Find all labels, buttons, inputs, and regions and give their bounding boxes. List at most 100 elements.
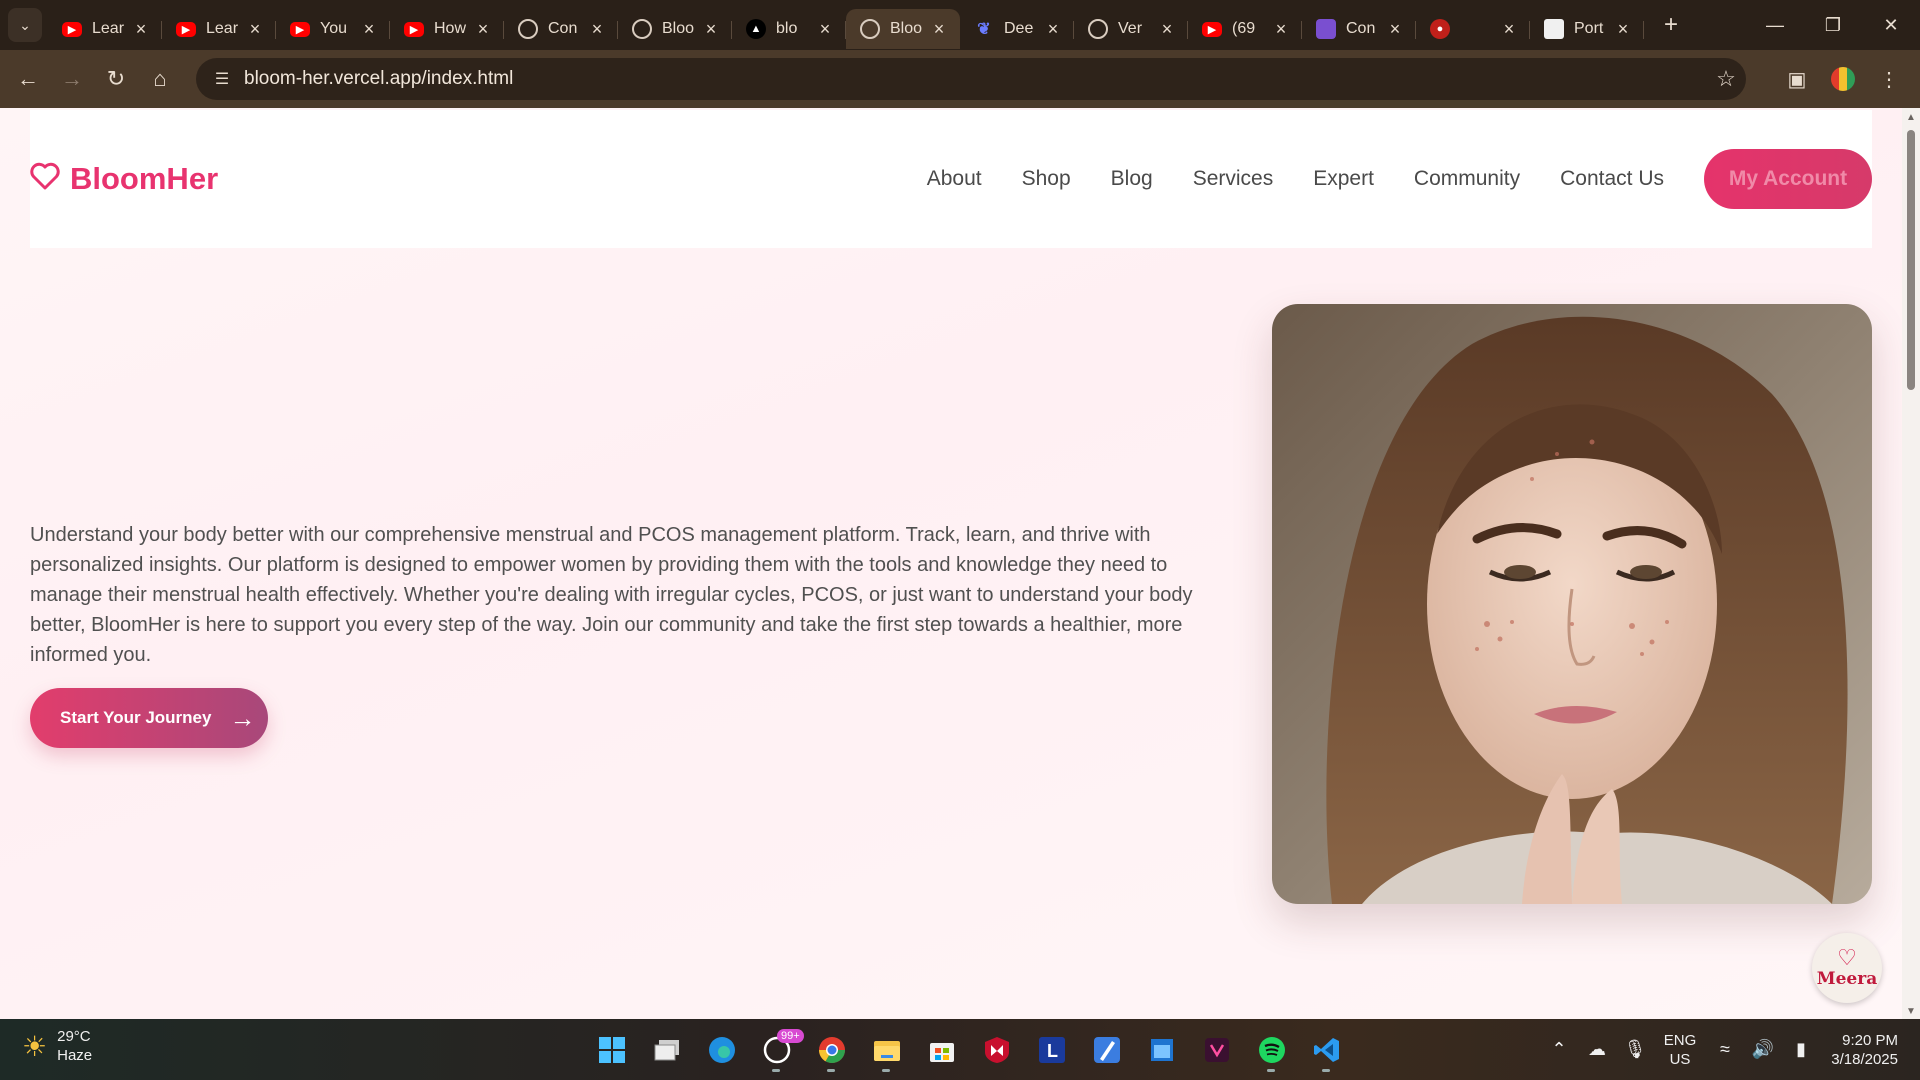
- window-controls: — ❐ ✕: [1746, 0, 1920, 50]
- language-indicator[interactable]: ENG US: [1654, 1031, 1706, 1069]
- my-account-button[interactable]: My Account: [1704, 149, 1872, 209]
- close-icon[interactable]: ×: [930, 19, 948, 40]
- browser-tab[interactable]: ❦ Dee ×: [960, 9, 1074, 49]
- browser-tab[interactable]: Bloo ×: [618, 9, 732, 49]
- nav-blog[interactable]: Blog: [1111, 167, 1153, 191]
- l-app-icon[interactable]: L: [1024, 1027, 1079, 1073]
- browser-tab[interactable]: ● ×: [1416, 9, 1530, 49]
- restore-button[interactable]: ❐: [1804, 0, 1862, 50]
- clipchamp-icon[interactable]: [1189, 1027, 1244, 1073]
- site-info-icon[interactable]: ☰: [204, 69, 240, 89]
- extensions-icon[interactable]: ▣: [1774, 56, 1820, 102]
- nav-shop[interactable]: Shop: [1022, 167, 1071, 191]
- menu-kebab-icon[interactable]: ⋮: [1866, 56, 1912, 102]
- brand-name: BloomHer: [70, 161, 219, 196]
- browser-tab[interactable]: ▶ Lear ×: [48, 9, 162, 49]
- browser-tab[interactable]: Con ×: [504, 9, 618, 49]
- browser-tab[interactable]: ▶ Lear ×: [162, 9, 276, 49]
- tab-label: (69: [1232, 20, 1256, 37]
- browser-tab[interactable]: ▲ blo ×: [732, 9, 846, 49]
- brand-logo[interactable]: BloomHer: [30, 161, 218, 198]
- vscode-icon[interactable]: [1299, 1027, 1354, 1073]
- close-icon[interactable]: ×: [1614, 19, 1632, 40]
- nav-about[interactable]: About: [927, 167, 982, 191]
- address-bar[interactable]: ☰ bloom-her.vercel.app/index.html ☆: [196, 58, 1746, 100]
- scroll-up-icon[interactable]: ▲: [1906, 112, 1916, 123]
- tab-search-button[interactable]: ⌄: [8, 8, 42, 42]
- chrome-icon[interactable]: [804, 1027, 859, 1073]
- edge-icon[interactable]: [694, 1027, 749, 1073]
- page-scrollbar[interactable]: ▲ ▼: [1902, 108, 1920, 1019]
- pen-app-icon[interactable]: [1079, 1027, 1134, 1073]
- close-icon[interactable]: ×: [1158, 19, 1176, 40]
- close-icon[interactable]: ×: [1272, 19, 1290, 40]
- browser-tab[interactable]: Port ×: [1530, 9, 1644, 49]
- clock[interactable]: 9:20 PM 3/18/2025: [1820, 1031, 1920, 1069]
- window-app-icon[interactable]: [1134, 1027, 1189, 1073]
- close-icon[interactable]: ×: [702, 19, 720, 40]
- tab-label: blo: [776, 20, 798, 37]
- profile-avatar[interactable]: [1831, 67, 1855, 91]
- nav-community[interactable]: Community: [1414, 167, 1520, 191]
- temperature: 29°C: [57, 1028, 91, 1045]
- nav-services[interactable]: Services: [1193, 167, 1274, 191]
- browser-tab[interactable]: ▶ How ×: [390, 9, 504, 49]
- weather-widget[interactable]: ☀ 29°C Haze: [22, 1027, 92, 1065]
- start-journey-button[interactable]: Start Your Journey →: [30, 688, 268, 748]
- task-view-icon[interactable]: [639, 1027, 694, 1073]
- tab-label: Dee: [1004, 20, 1034, 37]
- close-icon[interactable]: ×: [1044, 19, 1062, 40]
- new-tab-button[interactable]: +: [1654, 8, 1688, 42]
- volume-icon[interactable]: 🔊: [1744, 1039, 1782, 1060]
- close-icon[interactable]: ×: [474, 19, 492, 40]
- home-button[interactable]: ⌂: [138, 57, 182, 101]
- browser-tab[interactable]: ▶ (69 ×: [1188, 9, 1302, 49]
- close-icon[interactable]: ×: [132, 19, 150, 40]
- close-icon[interactable]: ×: [360, 19, 378, 40]
- onedrive-icon[interactable]: ☁: [1578, 1039, 1616, 1060]
- meera-chat-widget[interactable]: ♡ Meera: [1812, 933, 1882, 1003]
- browser-tab[interactable]: Ver ×: [1074, 9, 1188, 49]
- close-icon[interactable]: ×: [1386, 19, 1404, 40]
- cta-label: Start Your Journey: [60, 708, 212, 727]
- chevron-up-icon[interactable]: ⌃: [1540, 1039, 1578, 1060]
- mcafee-icon[interactable]: [969, 1027, 1024, 1073]
- time: 9:20 PM: [1842, 1031, 1898, 1049]
- globe-icon: [632, 19, 652, 39]
- file-explorer-icon[interactable]: [859, 1027, 914, 1073]
- bookmark-star-icon[interactable]: ☆: [1706, 66, 1746, 92]
- close-icon[interactable]: ×: [1500, 19, 1518, 40]
- microphone-icon[interactable]: 🎙: [1616, 1039, 1654, 1060]
- start-button[interactable]: [584, 1027, 639, 1073]
- close-icon[interactable]: ×: [588, 19, 606, 40]
- vercel-icon: ▲: [746, 19, 766, 39]
- close-window-button[interactable]: ✕: [1862, 0, 1920, 50]
- tab-label: Ver: [1118, 20, 1143, 37]
- forward-button[interactable]: →: [50, 57, 94, 101]
- tab-label: Bloo: [662, 20, 695, 37]
- whatsapp-icon[interactable]: 99+: [749, 1027, 804, 1073]
- heart-icon: [30, 161, 64, 198]
- browser-tab[interactable]: Con ×: [1302, 9, 1416, 49]
- browser-tab[interactable]: ▶ You ×: [276, 9, 390, 49]
- arrow-right-icon: →: [61, 66, 83, 91]
- wifi-icon[interactable]: ≈: [1706, 1039, 1744, 1060]
- reload-button[interactable]: ↻: [94, 57, 138, 101]
- url-text[interactable]: bloom-her.vercel.app/index.html: [244, 68, 1706, 90]
- browser-tab[interactable]: Bloo ×: [846, 9, 960, 49]
- tab-label: Lear: [92, 20, 125, 37]
- site-navbar: BloomHer About Shop Blog Services Expert…: [30, 110, 1872, 248]
- system-tray: ⌃ ☁ 🎙 ENG US ≈ 🔊 ▮ 9:20 PM 3/18/2025: [1540, 1019, 1920, 1080]
- battery-icon[interactable]: ▮: [1782, 1039, 1820, 1060]
- close-icon[interactable]: ×: [816, 19, 834, 40]
- minimize-button[interactable]: —: [1746, 0, 1804, 50]
- close-icon[interactable]: ×: [246, 19, 264, 40]
- scroll-down-icon[interactable]: ▼: [1906, 1006, 1916, 1017]
- nav-expert[interactable]: Expert: [1313, 167, 1374, 191]
- nav-contact[interactable]: Contact Us: [1560, 167, 1664, 191]
- scrollbar-thumb[interactable]: [1907, 130, 1915, 390]
- back-button[interactable]: ←: [6, 57, 50, 101]
- whatsapp-badge: 99+: [777, 1029, 804, 1043]
- microsoft-store-icon[interactable]: [914, 1027, 969, 1073]
- spotify-icon[interactable]: [1244, 1027, 1299, 1073]
